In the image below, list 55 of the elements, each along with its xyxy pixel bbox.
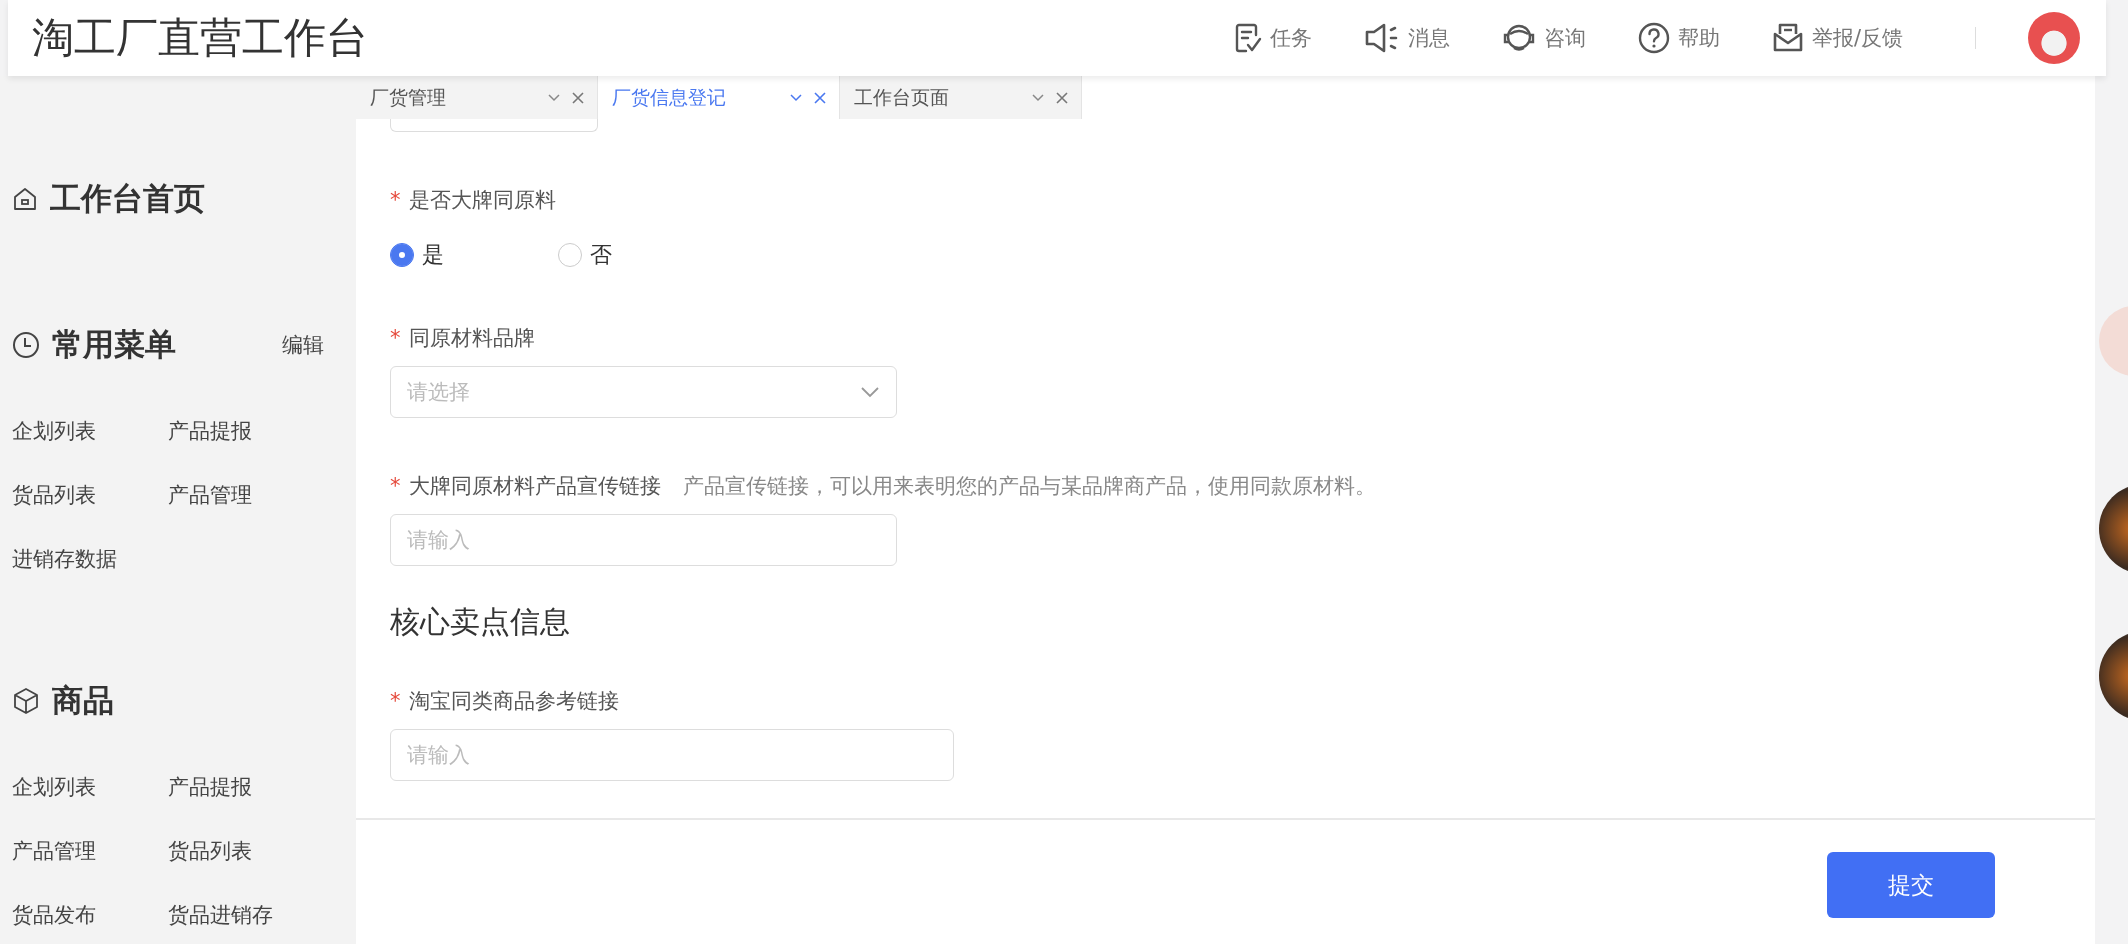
required-asterisk: * bbox=[390, 326, 401, 350]
menu-item[interactable]: 产品管理 bbox=[168, 474, 338, 516]
close-icon[interactable] bbox=[813, 90, 827, 105]
checklist-icon bbox=[1233, 23, 1262, 53]
envelope-icon bbox=[1771, 22, 1804, 54]
radio-option[interactable]: 否 bbox=[558, 240, 726, 270]
header-action-link[interactable]: 咨询 bbox=[1501, 22, 1586, 54]
input-field[interactable]: 请输入 bbox=[390, 729, 954, 781]
chevron-down-icon[interactable] bbox=[547, 92, 561, 103]
menu-item[interactable]: 货品发布 bbox=[12, 894, 168, 936]
field-label: 淘宝同类商品参考链接 bbox=[408, 688, 619, 715]
field-label: 大牌同原材料产品宣传链接 bbox=[408, 473, 661, 500]
chevron-down-icon bbox=[860, 386, 880, 398]
radio-option[interactable]: 是 bbox=[390, 240, 558, 270]
app-title: 淘工厂直营工作台 bbox=[32, 12, 368, 64]
speaker-icon bbox=[1363, 22, 1400, 54]
menu-item[interactable]: 产品管理 bbox=[12, 830, 168, 872]
menu-item[interactable]: 进销存数据 bbox=[12, 538, 168, 580]
section-title[interactable]: 商品 bbox=[52, 680, 356, 722]
chevron-down-icon[interactable] bbox=[1031, 92, 1045, 103]
chevron-down-icon[interactable] bbox=[789, 92, 803, 103]
cube-icon bbox=[12, 687, 40, 715]
header-action-link[interactable]: 举报/反馈 bbox=[1771, 22, 1903, 54]
required-asterisk: * bbox=[390, 474, 401, 498]
field-label: 是否大牌同原料 bbox=[408, 187, 556, 214]
help-icon bbox=[1637, 22, 1670, 54]
section-title[interactable]: 常用菜单 bbox=[52, 324, 270, 366]
section-title[interactable]: 工作台首页 bbox=[50, 178, 356, 220]
field-hint: 产品宣传链接，可以用来表明您的产品与某品牌商产品，使用同款原材料。 bbox=[682, 473, 1376, 500]
menu-item[interactable]: 企划列表 bbox=[12, 410, 168, 452]
field-label: 同原材料品牌 bbox=[408, 325, 535, 352]
input-field[interactable] bbox=[390, 119, 598, 132]
header-action-link[interactable]: 任务 bbox=[1233, 23, 1312, 53]
menu-item[interactable]: 货品进销存 bbox=[168, 894, 338, 936]
headset-icon bbox=[1501, 22, 1536, 54]
close-icon[interactable] bbox=[571, 90, 585, 105]
home-icon bbox=[12, 186, 38, 212]
header-action-link[interactable]: 消息 bbox=[1363, 22, 1450, 54]
section-heading: 核心卖点信息 bbox=[390, 603, 571, 641]
close-icon[interactable] bbox=[1055, 90, 1069, 105]
menu-item[interactable]: 产品提报 bbox=[168, 766, 338, 808]
required-asterisk: * bbox=[390, 689, 401, 713]
edit-link[interactable]: 编辑 bbox=[282, 331, 324, 359]
page-tab[interactable]: 厂货管理 bbox=[356, 76, 598, 119]
clock-icon bbox=[12, 331, 40, 359]
submit-button[interactable]: 提交 bbox=[1827, 852, 1995, 918]
required-asterisk: * bbox=[390, 188, 401, 212]
input-field[interactable]: 请输入 bbox=[390, 514, 897, 566]
menu-item[interactable]: 企划列表 bbox=[12, 766, 168, 808]
menu-item[interactable]: 产品提报 bbox=[168, 410, 338, 452]
menu-item[interactable]: 货品列表 bbox=[168, 830, 338, 872]
menu-item[interactable]: 货品列表 bbox=[12, 474, 168, 516]
page-tab[interactable]: 工作台页面 bbox=[840, 76, 1082, 119]
header-action-link[interactable]: 帮助 bbox=[1637, 22, 1720, 54]
user-avatar[interactable] bbox=[2028, 12, 2080, 64]
